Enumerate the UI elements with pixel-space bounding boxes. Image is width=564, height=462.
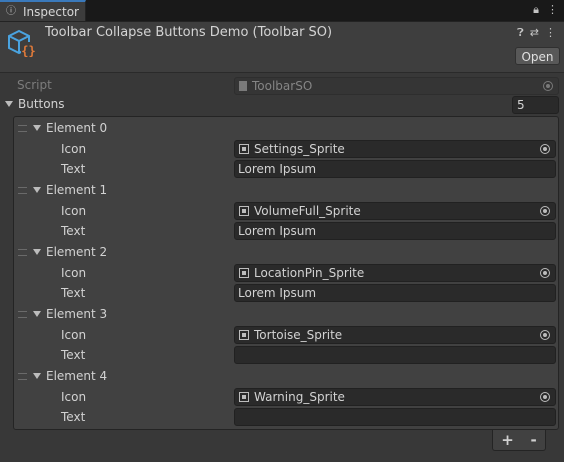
- text-field[interactable]: Lorem Ipsum: [234, 284, 556, 302]
- text-field[interactable]: Lorem Ipsum: [234, 160, 556, 178]
- icon-object-field[interactable]: VolumeFull_Sprite: [234, 202, 556, 220]
- drag-handle-icon[interactable]: [18, 125, 27, 132]
- element-foldout[interactable]: Element 3: [33, 307, 107, 321]
- foldout-arrow-icon[interactable]: [33, 124, 41, 131]
- icon-object-field[interactable]: Warning_Sprite: [234, 388, 556, 406]
- text-field[interactable]: [234, 346, 556, 364]
- text-label: Text: [61, 286, 86, 300]
- sliders-icon[interactable]: ⇄: [530, 26, 539, 40]
- icon-object-field[interactable]: Settings_Sprite: [234, 140, 556, 158]
- svg-text:{}: {}: [21, 44, 35, 58]
- foldout-arrow-icon[interactable]: [33, 310, 41, 317]
- sprite-icon: [239, 330, 249, 340]
- object-picker-icon[interactable]: [540, 330, 550, 340]
- icon-object-field[interactable]: Tortoise_Sprite: [234, 326, 556, 344]
- scriptable-object-icon: {}: [8, 29, 36, 58]
- icon-object-field[interactable]: LocationPin_Sprite: [234, 264, 556, 282]
- icon-label: Icon: [61, 390, 87, 404]
- object-picker-icon[interactable]: [540, 144, 550, 154]
- remove-element-button[interactable]: -: [530, 431, 536, 449]
- script-file-icon: [239, 81, 247, 91]
- text-field[interactable]: [234, 408, 556, 426]
- tab-bar: ⓘ Inspector 🔒︎ ⋮: [0, 0, 564, 22]
- object-picker-icon: [543, 81, 553, 91]
- element-foldout[interactable]: Element 1: [33, 183, 107, 197]
- icon-label: Icon: [61, 266, 87, 280]
- element-label: Element 3: [46, 307, 108, 321]
- buttons-count-field[interactable]: 5: [512, 96, 559, 114]
- buttons-label: Buttons: [18, 97, 65, 111]
- icon-label: Icon: [61, 328, 87, 342]
- drag-handle-icon[interactable]: [18, 373, 27, 380]
- foldout-arrow-icon[interactable]: [5, 100, 13, 107]
- element-foldout[interactable]: Element 4: [33, 369, 107, 383]
- inspector-icon: ⓘ: [6, 5, 16, 17]
- sprite-icon: [239, 268, 249, 278]
- element-foldout[interactable]: Element 2: [33, 245, 107, 259]
- object-picker-icon[interactable]: [540, 268, 550, 278]
- drag-handle-icon[interactable]: [18, 187, 27, 194]
- tab-label: Inspector: [23, 4, 79, 19]
- drag-handle-icon[interactable]: [18, 249, 27, 256]
- icon-value: LocationPin_Sprite: [254, 266, 365, 280]
- element-foldout[interactable]: Element 0: [33, 121, 107, 135]
- kebab-menu-icon[interactable]: ⋮: [545, 26, 556, 40]
- text-label: Text: [61, 162, 86, 176]
- text-label: Text: [61, 348, 86, 362]
- tab-tools: 🔒︎ ⋮: [533, 3, 558, 17]
- lock-icon[interactable]: 🔒︎: [533, 3, 539, 17]
- element-label: Element 1: [46, 183, 108, 197]
- element-label: Element 0: [46, 121, 108, 135]
- foldout-arrow-icon[interactable]: [33, 186, 41, 193]
- foldout-arrow-icon[interactable]: [33, 372, 41, 379]
- script-field: ToolbarSO: [234, 77, 559, 95]
- icon-value: VolumeFull_Sprite: [254, 204, 361, 218]
- inspector-header: {} Toolbar Collapse Buttons Demo (Toolba…: [0, 22, 564, 73]
- text-label: Text: [61, 410, 86, 424]
- element-label: Element 2: [46, 245, 108, 259]
- add-element-button[interactable]: +: [501, 431, 514, 449]
- list-footer: + -: [492, 430, 546, 451]
- icon-value: Settings_Sprite: [254, 142, 345, 156]
- text-field[interactable]: Lorem Ipsum: [234, 222, 556, 240]
- script-value: ToolbarSO: [252, 79, 313, 93]
- sprite-icon: [239, 392, 249, 402]
- kebab-menu-icon[interactable]: ⋮: [547, 3, 558, 17]
- icon-label: Icon: [61, 142, 87, 156]
- header-tools: ❓︎ ⇄ ⋮: [517, 26, 556, 40]
- icon-label: Icon: [61, 204, 87, 218]
- buttons-foldout[interactable]: Buttons: [5, 97, 64, 111]
- text-label: Text: [61, 224, 86, 238]
- help-icon[interactable]: ❓︎: [517, 26, 524, 40]
- object-picker-icon[interactable]: [540, 206, 550, 216]
- sprite-icon: [239, 206, 249, 216]
- foldout-arrow-icon[interactable]: [33, 248, 41, 255]
- sprite-icon: [239, 144, 249, 154]
- icon-value: Warning_Sprite: [254, 390, 345, 404]
- object-picker-icon[interactable]: [540, 392, 550, 402]
- element-label: Element 4: [46, 369, 108, 383]
- drag-handle-icon[interactable]: [18, 311, 27, 318]
- icon-value: Tortoise_Sprite: [254, 328, 343, 342]
- page-title: Toolbar Collapse Buttons Demo (Toolbar S…: [45, 25, 333, 40]
- script-label: Script: [17, 78, 52, 92]
- open-button[interactable]: Open: [515, 47, 560, 65]
- tab-inspector[interactable]: ⓘ Inspector: [0, 0, 86, 21]
